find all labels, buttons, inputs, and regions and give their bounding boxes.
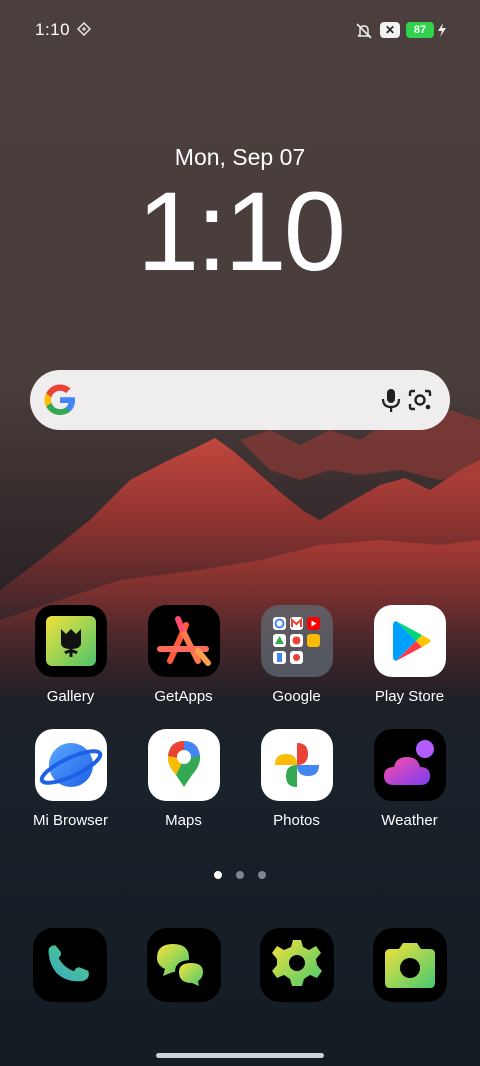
microphone-icon[interactable] bbox=[377, 386, 405, 414]
google-search-bar[interactable] bbox=[30, 370, 450, 430]
google-folder-icon bbox=[260, 605, 333, 677]
x-badge-icon: ✕ bbox=[380, 22, 400, 38]
page-dot bbox=[258, 871, 267, 879]
app-label: GetApps bbox=[154, 688, 213, 705]
app-gallery[interactable]: Gallery bbox=[14, 605, 127, 705]
gallery-icon bbox=[34, 605, 107, 677]
google-g-icon bbox=[44, 384, 75, 415]
page-indicator bbox=[0, 866, 480, 884]
status-time: 1:10 bbox=[35, 20, 71, 39]
home-gesture-bar[interactable] bbox=[156, 1053, 324, 1058]
app-label: Gallery bbox=[46, 688, 95, 705]
camera-icon[interactable] bbox=[373, 928, 447, 1002]
getapps-icon bbox=[147, 605, 220, 677]
app-weather[interactable]: Weather bbox=[353, 729, 466, 829]
app-play-store[interactable]: Play Store bbox=[353, 605, 466, 705]
app-google-folder[interactable]: Google bbox=[240, 605, 353, 705]
app-getapps[interactable]: GetApps bbox=[127, 605, 240, 705]
play-store-icon bbox=[373, 605, 446, 677]
app-label: Weather bbox=[381, 812, 438, 829]
app-label: Maps bbox=[165, 812, 202, 829]
date-label: Mon, Sep 07 bbox=[174, 144, 306, 170]
phone-icon[interactable] bbox=[33, 928, 107, 1002]
camera-lens-icon[interactable] bbox=[405, 386, 435, 414]
app-label: Google bbox=[272, 688, 321, 705]
page-dot bbox=[236, 871, 244, 879]
clock-widget[interactable]: 1:10 bbox=[0, 172, 480, 292]
mute-icon bbox=[356, 23, 372, 39]
mi-browser-icon bbox=[34, 729, 107, 801]
maps-icon bbox=[147, 729, 220, 801]
app-label: Play Store bbox=[374, 688, 445, 705]
battery-icon: 87 bbox=[406, 22, 434, 38]
app-photos[interactable]: Photos bbox=[240, 729, 353, 829]
app-label: Mi Browser bbox=[32, 812, 108, 829]
diamond-icon bbox=[77, 22, 91, 36]
app-mi-browser[interactable]: Mi Browser bbox=[14, 729, 127, 829]
app-maps[interactable]: Maps bbox=[127, 729, 240, 829]
weather-icon bbox=[373, 729, 446, 801]
app-label: Photos bbox=[273, 812, 320, 829]
photos-icon bbox=[260, 729, 333, 801]
settings-icon[interactable] bbox=[260, 928, 334, 1002]
charging-icon bbox=[438, 23, 446, 37]
messaging-icon[interactable] bbox=[147, 928, 221, 1002]
dock bbox=[0, 928, 480, 1003]
page-dot-active bbox=[213, 871, 222, 879]
status-bar: 1:10 ✕ 87 bbox=[0, 0, 480, 62]
